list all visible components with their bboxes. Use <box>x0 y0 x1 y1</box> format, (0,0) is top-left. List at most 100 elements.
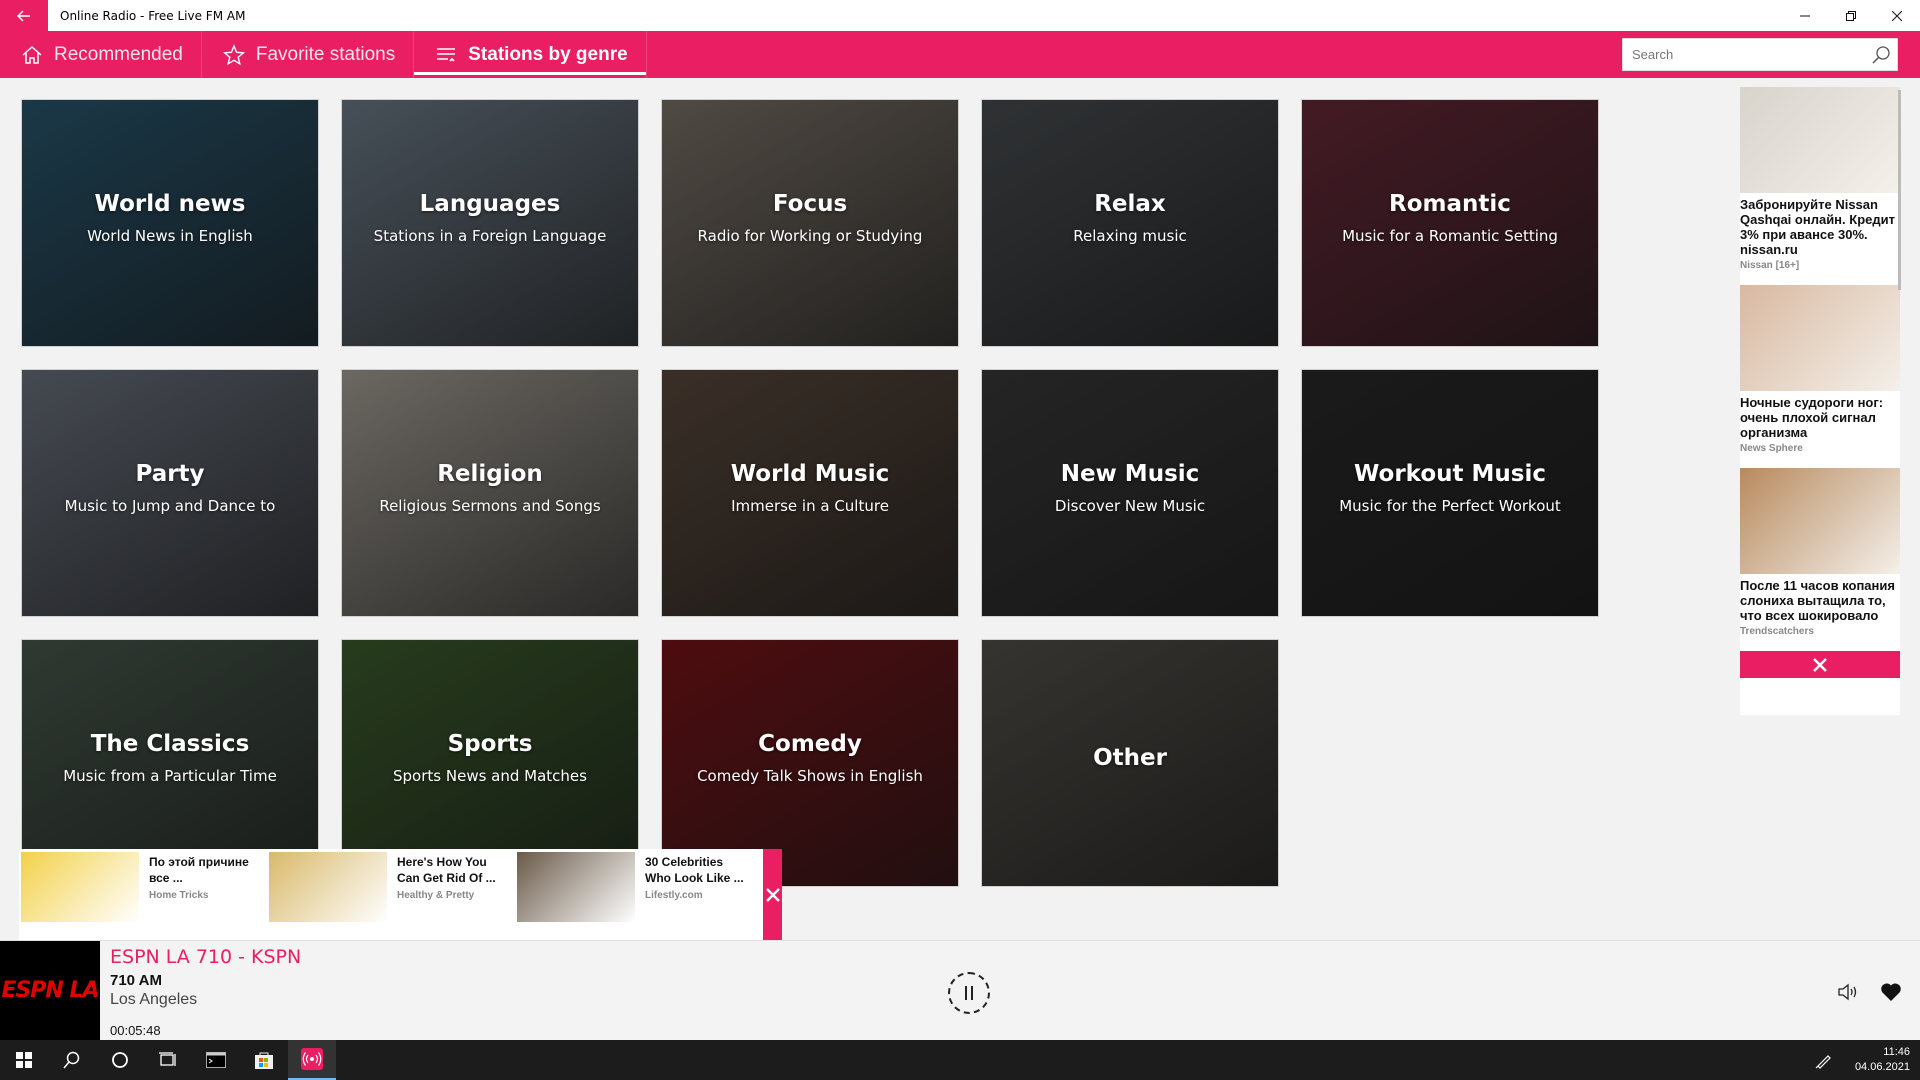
ad-item[interactable]: Ночные судороги ног: очень плохой сигнал… <box>1740 285 1900 454</box>
pen-icon[interactable] <box>1815 1051 1833 1069</box>
genre-subtitle: Music from a Particular Time <box>63 767 277 785</box>
online-radio-app-button[interactable] <box>288 1040 336 1080</box>
system-tray: 11:46 04.06.2021 <box>1815 1040 1910 1080</box>
tile-overlay <box>342 370 638 616</box>
ad-item[interactable]: Забронируйте Nissan Qashqai онлайн. Кред… <box>1740 87 1900 271</box>
tab-favorite-stations[interactable]: Favorite stations <box>202 31 415 78</box>
station-frequency: 710 AM <box>110 972 162 989</box>
ad-item[interactable]: Here's How You Can Get Rid Of ... Health… <box>267 849 515 940</box>
restore-button[interactable] <box>1828 0 1874 31</box>
search-icon <box>63 1051 80 1069</box>
taskbar-search-button[interactable] <box>48 1040 96 1080</box>
windows-logo-icon <box>16 1052 32 1068</box>
tile-overlay <box>982 370 1278 616</box>
genre-subtitle: World News in English <box>87 227 253 245</box>
home-icon <box>20 43 44 67</box>
minimize-button[interactable] <box>1782 0 1828 31</box>
genre-tile[interactable]: World news World News in English <box>21 99 319 347</box>
tile-overlay <box>22 370 318 616</box>
side-ad-panel: Забронируйте Nissan Qashqai онлайн. Кред… <box>1740 87 1900 715</box>
window-title: Online Radio - Free Live FM AM <box>60 8 246 23</box>
genre-title: World news <box>94 191 246 217</box>
ad-source: Nissan [16+] <box>1740 260 1800 271</box>
genre-subtitle: Sports News and Matches <box>393 767 587 785</box>
ad-image <box>1740 285 1900 391</box>
ad-headline: Ночные судороги ног: очень плохой сигнал… <box>1740 395 1884 440</box>
genre-tile[interactable]: Relax Relaxing music <box>981 99 1279 347</box>
store-app-button[interactable] <box>240 1040 288 1080</box>
genre-tile[interactable]: Other <box>981 639 1279 887</box>
genre-subtitle: Comedy Talk Shows in English <box>697 767 923 785</box>
ad-image <box>517 852 635 922</box>
back-arrow-icon <box>17 9 30 22</box>
station-city: Los Angeles <box>110 991 198 1008</box>
ad-item[interactable]: После 11 часов копания слониха вытащила … <box>1740 468 1900 637</box>
genre-tile[interactable]: Romantic Music for a Romantic Setting <box>1301 99 1599 347</box>
pause-icon <box>965 986 967 1000</box>
ad-headline: По этой причине все ... Home Tricks <box>139 849 267 940</box>
ad-item[interactable]: По этой причине все ... Home Tricks <box>19 849 267 940</box>
tile-overlay <box>342 100 638 346</box>
tab-stations-by-genre[interactable]: Stations by genre <box>414 31 647 78</box>
ad-source: Home Tricks <box>149 890 209 901</box>
ad-headline: После 11 часов копания слониха вытащила … <box>1740 578 1895 623</box>
genre-tile[interactable]: Focus Radio for Working or Studying <box>661 99 959 347</box>
tile-overlay <box>662 100 958 346</box>
search-icon[interactable] <box>1865 38 1897 71</box>
pause-button[interactable] <box>948 972 990 1014</box>
genre-title: Relax <box>1094 191 1166 217</box>
search-box <box>1622 38 1898 71</box>
genre-tile[interactable]: Religion Religious Sermons and Songs <box>341 369 639 617</box>
tab-label: Favorite stations <box>255 43 396 65</box>
station-logo[interactable]: ESPN LA <box>0 941 100 1040</box>
genre-subtitle: Discover New Music <box>1054 497 1206 515</box>
close-window-button[interactable] <box>1874 0 1920 31</box>
genre-tile[interactable]: Party Music to Jump and Dance to <box>21 369 319 617</box>
task-view-button[interactable] <box>144 1040 192 1080</box>
genre-subtitle: Music for a Romantic Setting <box>1342 227 1558 245</box>
favorite-heart-button[interactable] <box>1878 979 1904 1005</box>
genre-title: Languages <box>419 191 561 217</box>
genre-tile[interactable]: Workout Music Music for the Perfect Worko… <box>1301 369 1599 617</box>
ad-item[interactable]: 30 Celebrities Who Look Like ... Lifestl… <box>515 849 763 940</box>
tab-recommended[interactable]: Recommended <box>0 31 202 78</box>
genre-title: Other <box>1093 745 1167 771</box>
cortana-button[interactable] <box>96 1040 144 1080</box>
clock[interactable]: 11:46 04.06.2021 <box>1855 1045 1910 1075</box>
clock-date: 04.06.2021 <box>1854 1061 1910 1073</box>
volume-icon <box>1838 983 1857 1001</box>
ad-line: Can Get Rid Of ... <box>397 871 496 885</box>
tab-label: Recommended <box>54 43 183 65</box>
genre-subtitle: Immerse in a Culture <box>731 497 889 515</box>
bottom-ad-banner: По этой причине все ... Home Tricks Here… <box>19 849 782 940</box>
tile-overlay <box>1302 370 1598 616</box>
title-bar: Online Radio - Free Live FM AM <box>0 0 1920 31</box>
close-ad-button[interactable] <box>1740 651 1900 678</box>
minimize-icon <box>1800 15 1810 16</box>
genre-tile[interactable]: World Music Immerse in a Culture <box>661 369 959 617</box>
ad-source: Healthy & Pretty <box>397 890 475 901</box>
ad-line: все ... <box>149 871 183 885</box>
close-ad-button[interactable] <box>763 849 782 940</box>
genre-tile[interactable]: Languages Stations in a Foreign Language <box>341 99 639 347</box>
ad-line: По этой причине <box>149 855 249 869</box>
volume-button[interactable] <box>1836 979 1862 1005</box>
tile-overlay <box>22 100 318 346</box>
terminal-app-button[interactable] <box>192 1040 240 1080</box>
genre-title: Focus <box>772 191 848 217</box>
terminal-icon <box>206 1052 226 1068</box>
ad-image <box>269 852 387 922</box>
store-bag-icon <box>255 1052 273 1069</box>
clock-time: 11:46 <box>1883 1046 1910 1058</box>
close-icon <box>765 887 780 902</box>
start-button[interactable] <box>0 1040 48 1080</box>
search-input[interactable] <box>1623 39 1865 70</box>
genre-title: Religion <box>437 461 543 487</box>
ad-scrollbar[interactable] <box>1898 90 1901 290</box>
pause-icon <box>971 986 973 1000</box>
back-button[interactable] <box>0 0 48 31</box>
genre-tile[interactable]: New Music Discover New Music <box>981 369 1279 617</box>
ad-line: 30 Celebrities <box>645 855 724 869</box>
ad-source: News Sphere <box>1740 443 1803 454</box>
task-view-icon <box>159 1052 176 1066</box>
